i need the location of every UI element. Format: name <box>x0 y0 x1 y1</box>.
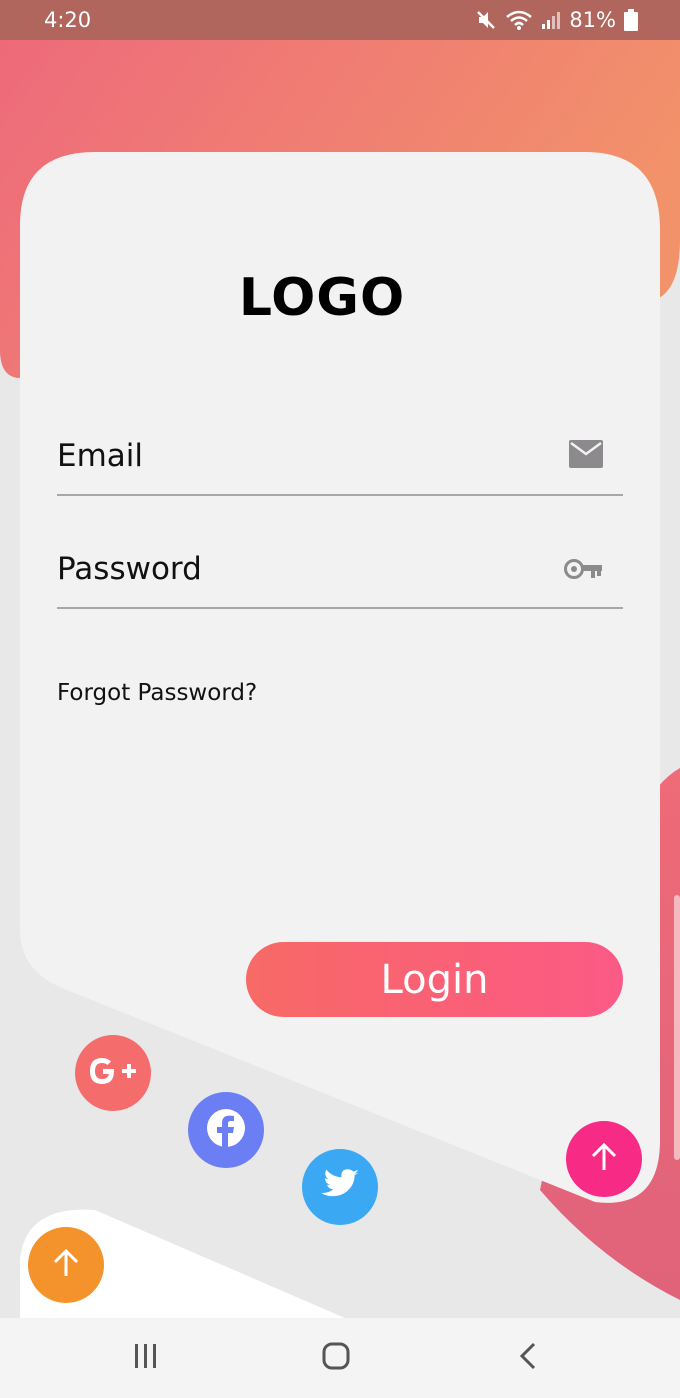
status-bar: 4:20 81% <box>0 0 680 40</box>
password-field[interactable]: Password <box>57 547 623 609</box>
login-screen: 4:20 81% LOGO Email Password Forgot Pass… <box>0 0 680 1398</box>
recent-apps-button[interactable] <box>126 1342 166 1374</box>
login-button-label: Login <box>380 956 489 1003</box>
email-field[interactable]: Email <box>57 434 623 496</box>
home-icon <box>322 1342 350 1375</box>
status-time: 4:20 <box>44 8 92 32</box>
mute-icon <box>475 9 497 31</box>
arrow-up-icon <box>590 1142 618 1177</box>
navigation-bar <box>0 1318 680 1398</box>
recent-apps-icon <box>133 1343 159 1374</box>
twitter-icon <box>320 1168 360 1207</box>
edge-panel-handle[interactable] <box>674 895 680 1160</box>
google-plus-icon <box>88 1056 138 1091</box>
password-placeholder: Password <box>57 551 202 587</box>
status-icons: 81% <box>475 8 638 32</box>
key-icon <box>563 557 603 586</box>
scroll-up-button[interactable] <box>566 1121 642 1197</box>
mail-icon <box>569 440 603 473</box>
back-button[interactable] <box>508 1342 548 1374</box>
signal-icon <box>541 10 561 30</box>
login-button[interactable]: Login <box>246 942 623 1017</box>
back-icon <box>518 1342 538 1375</box>
forgot-password-link[interactable]: Forgot Password? <box>57 680 257 706</box>
arrow-up-icon <box>52 1248 80 1283</box>
scroll-up-button-secondary[interactable] <box>28 1227 104 1303</box>
app-logo: LOGO <box>238 268 406 328</box>
home-button[interactable] <box>316 1342 356 1374</box>
twitter-button[interactable] <box>302 1149 378 1225</box>
facebook-button[interactable] <box>188 1092 264 1168</box>
wifi-icon <box>505 9 533 31</box>
battery-icon <box>624 9 638 31</box>
battery-level: 81% <box>569 8 616 32</box>
google-plus-button[interactable] <box>75 1035 151 1111</box>
email-placeholder: Email <box>57 438 144 474</box>
facebook-icon <box>206 1108 246 1153</box>
